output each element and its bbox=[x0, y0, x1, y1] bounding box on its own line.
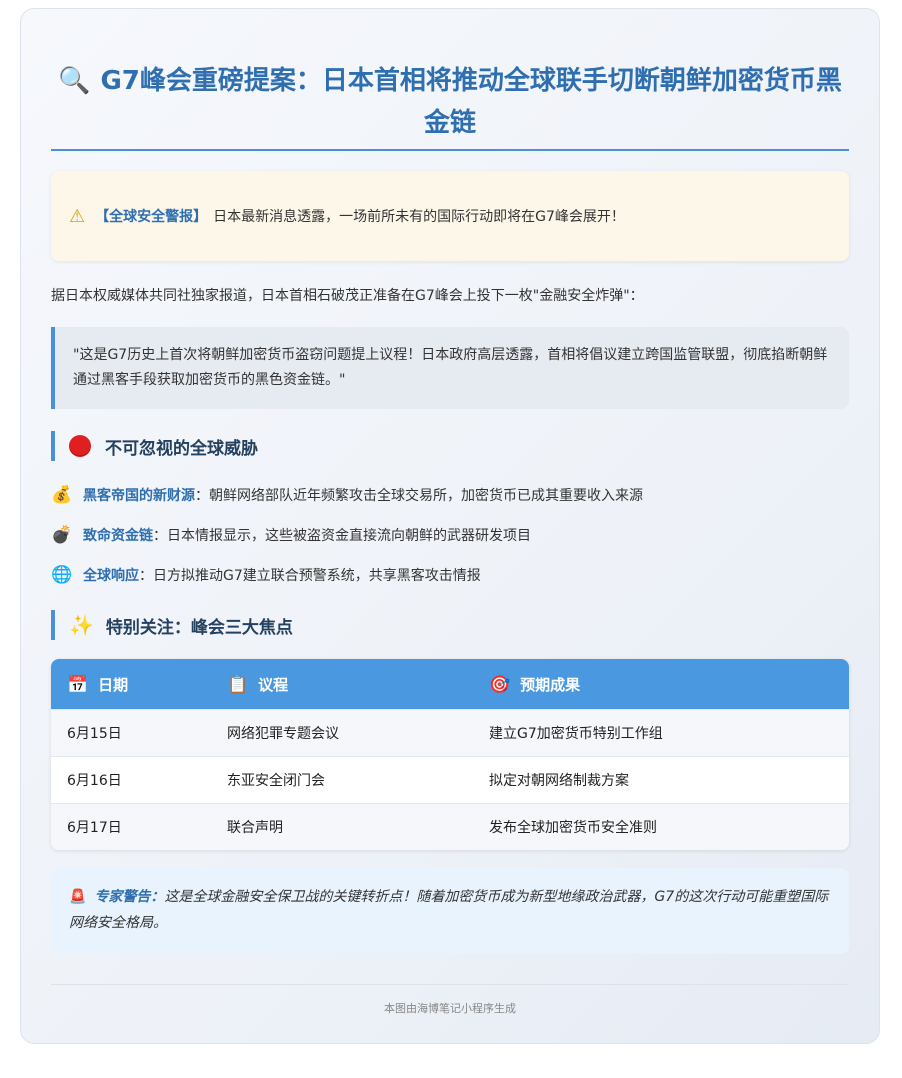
cell-date: 6月16日 bbox=[67, 773, 122, 789]
warning-icon: ⚠ bbox=[69, 205, 86, 227]
expert-text: 这是全球金融安全保卫战的关键转折点！随着加密货币成为新型地缘政治武器，G7的这次… bbox=[69, 889, 829, 931]
expert-key: 专家警告： bbox=[94, 889, 165, 905]
column-header-agenda: 📋 议程 bbox=[211, 674, 473, 695]
table-header-row: 📅 日期 📋 议程 🎯 预期成果 bbox=[51, 659, 849, 709]
intro-paragraph: 据日本权威媒体共同社独家报道，日本首相石破茂正准备在G7峰会上投下一枚"金融安全… bbox=[51, 288, 644, 304]
threats-heading-text: 不可忽视的全球威胁 bbox=[105, 438, 258, 459]
globe-icon: 🌐 bbox=[51, 565, 73, 585]
clipboard-icon: 📋 bbox=[227, 674, 249, 695]
cell-date: 6月17日 bbox=[67, 820, 122, 836]
siren-icon: 🚨 bbox=[69, 889, 87, 905]
alert-text: 日本最新消息透露，一场前所未有的国际行动即将在G7峰会展开！ bbox=[213, 209, 625, 225]
target-icon: 🎯 bbox=[489, 674, 511, 695]
footer-note: 本图由海博笔记小程序生成 bbox=[384, 1002, 516, 1015]
magnifier-icon: 🔍 bbox=[58, 66, 91, 96]
column-label: 预期成果 bbox=[520, 675, 581, 694]
threat-text: ：日本情报显示，这些被盗资金直接流向朝鲜的武器研发项目 bbox=[153, 528, 531, 544]
footer-divider bbox=[51, 984, 849, 985]
cell-agenda: 联合声明 bbox=[227, 820, 283, 836]
bomb-icon: 💣 bbox=[51, 525, 73, 545]
column-header-date: 📅 日期 bbox=[51, 674, 211, 695]
cell-agenda: 东亚安全闭门会 bbox=[227, 773, 325, 789]
cell-outcome: 拟定对朝网络制裁方案 bbox=[489, 773, 629, 789]
threat-item: 💰 黑客帝国的新财源 ：朝鲜网络部队近年频繁攻击全球交易所，加密货币已成其重要收… bbox=[51, 483, 849, 507]
threat-item: 💣 致命资金链 ：日本情报显示，这些被盗资金直接流向朝鲜的武器研发项目 bbox=[51, 523, 849, 547]
cell-outcome: 建立G7加密货币特别工作组 bbox=[489, 726, 663, 742]
threat-key: 全球响应 bbox=[83, 568, 139, 584]
title-divider bbox=[51, 149, 849, 151]
red-circle-icon bbox=[69, 435, 91, 457]
column-label: 日期 bbox=[98, 675, 129, 694]
cell-outcome: 发布全球加密货币安全准则 bbox=[489, 820, 657, 836]
column-header-outcome: 🎯 预期成果 bbox=[473, 674, 849, 695]
cell-agenda: 网络犯罪专题会议 bbox=[227, 726, 339, 742]
cell-date: 6月15日 bbox=[67, 726, 122, 742]
threat-key: 黑客帝国的新财源 bbox=[83, 488, 195, 504]
threats-heading: 不可忽视的全球威胁 bbox=[51, 431, 849, 461]
calendar-icon: 📅 bbox=[67, 674, 89, 695]
page-title: 🔍 G7峰会重磅提案：日本首相将推动全球联手切断朝鲜加密货币黑金链 bbox=[51, 60, 849, 144]
column-label: 议程 bbox=[258, 675, 289, 694]
money-bag-icon: 💰 bbox=[51, 485, 73, 505]
article-card: 🔍 G7峰会重磅提案：日本首相将推动全球联手切断朝鲜加密货币黑金链 ⚠ 【全球安全… bbox=[20, 8, 880, 1044]
page-title-text: G7峰会重磅提案：日本首相将推动全球联手切断朝鲜加密货币黑金链 bbox=[100, 66, 842, 138]
table-row: 6月16日 东亚安全闭门会 拟定对朝网络制裁方案 bbox=[51, 756, 849, 803]
sparkles-icon: ✨ bbox=[69, 613, 94, 637]
threat-item: 🌐 全球响应 ：日方拟推动G7建立联合预警系统，共享黑客攻击情报 bbox=[51, 563, 849, 587]
alert-tag: 【全球安全警报】 bbox=[95, 209, 208, 225]
expert-warning-box: 🚨 专家警告：这是全球金融安全保卫战的关键转折点！随着加密货币成为新型地缘政治武器… bbox=[51, 868, 849, 954]
security-alert-box: ⚠ 【全球安全警报】 日本最新消息透露，一场前所未有的国际行动即将在G7峰会展开… bbox=[51, 171, 849, 261]
quote-block: "这是G7历史上首次将朝鲜加密货币盗窃问题提上议程！日本政府高层透露，首相将倡议… bbox=[51, 327, 849, 409]
table-row: 6月15日 网络犯罪专题会议 建立G7加密货币特别工作组 bbox=[51, 709, 849, 756]
focus-heading: ✨ 特别关注：峰会三大焦点 bbox=[51, 610, 849, 640]
table-row: 6月17日 联合声明 发布全球加密货币安全准则 bbox=[51, 803, 849, 850]
threat-text: ：朝鲜网络部队近年频繁攻击全球交易所，加密货币已成其重要收入来源 bbox=[195, 488, 643, 504]
threat-key: 致命资金链 bbox=[83, 528, 153, 544]
threat-text: ：日方拟推动G7建立联合预警系统，共享黑客攻击情报 bbox=[139, 568, 481, 584]
focus-heading-text: 特别关注：峰会三大焦点 bbox=[105, 617, 293, 638]
summit-focus-table: 📅 日期 📋 议程 🎯 预期成果 6月15日 网络犯罪专题会议 建立G7加密货币特别工… bbox=[51, 659, 849, 850]
